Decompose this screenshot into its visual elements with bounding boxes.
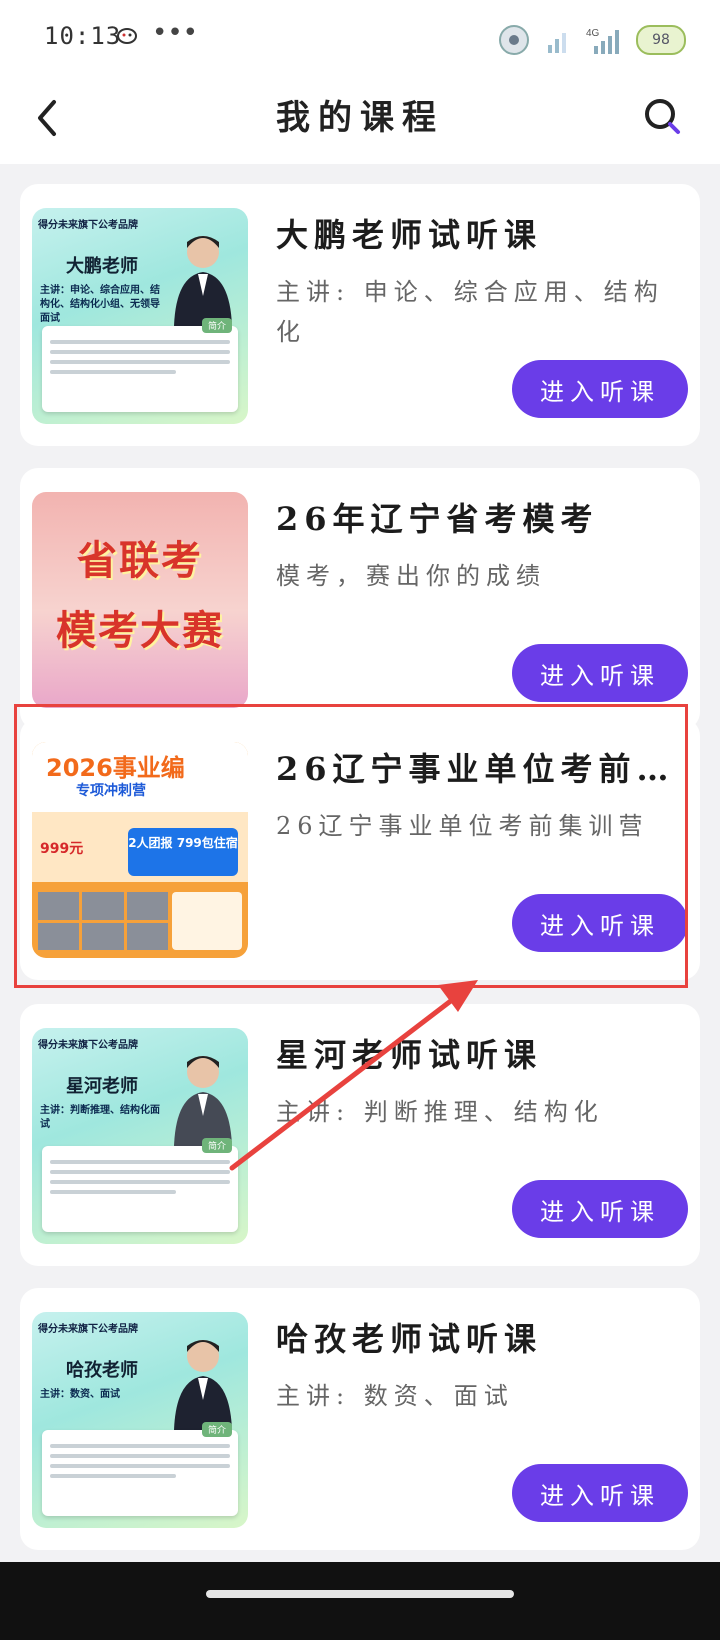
system-nav-bar	[0, 1562, 720, 1640]
wifi-signal-icon	[548, 33, 566, 53]
course-description: 模考，赛出你的成绩	[276, 562, 546, 590]
notification-icon	[117, 28, 137, 44]
teacher-photo	[174, 236, 232, 326]
search-icon[interactable]	[640, 94, 686, 140]
intro-tag: 简介	[201, 318, 232, 333]
course-description: 主讲: 判断推理、结构化	[276, 1098, 604, 1126]
course-thumbnail[interactable]: 得分未来旗下公考品牌 星河老师 主讲：判断推理、结构化面试 简介	[32, 1028, 248, 1244]
thumb-line2: 模考大赛	[56, 607, 224, 654]
thumb-teacher-name: 哈孜老师	[66, 1360, 138, 1381]
course-title: 26年辽宁省考模考	[276, 500, 599, 538]
thumb-subjects: 主讲：判断推理、结构化面试	[40, 1105, 160, 1130]
page-title: 我的课程	[276, 98, 444, 138]
course-title: 大鹏老师试听课	[276, 216, 543, 254]
course-description: 主讲: 申论、综合应用、结构化	[276, 278, 664, 346]
thumb-intro-panel: 简介	[42, 318, 238, 412]
course-title: 星河老师试听课	[276, 1036, 543, 1074]
enter-course-button[interactable]: 进入听课	[512, 360, 688, 418]
course-card[interactable]: 得分未来旗下公考品牌 大鹏老师 主讲：申论、综合应用、结构化、结构化小组、无领导…	[20, 184, 700, 446]
course-card[interactable]: 得分未来旗下公考品牌 哈孜老师 主讲：数资、面试 简介 哈孜老师试听课 主讲: …	[20, 1288, 700, 1550]
thumb-intro-panel: 简介	[42, 1138, 238, 1232]
course-card[interactable]: 得分未来旗下公考品牌 星河老师 主讲：判断推理、结构化面试 简介 星河老师试听课…	[20, 1004, 700, 1266]
course-description: 主讲: 数资、面试	[276, 1382, 514, 1410]
thumb-subjects: 主讲：数资、面试	[40, 1389, 120, 1400]
thumb-brand: 得分未来旗下公考品牌	[38, 220, 138, 231]
intro-tag: 简介	[201, 1138, 232, 1153]
enter-course-button[interactable]: 进入听课	[512, 1464, 688, 1522]
course-card[interactable]: 省联考 模考大赛 26年辽宁省考模考 模考，赛出你的成绩 进入听课	[20, 468, 700, 730]
highlight-box	[14, 704, 688, 988]
enter-course-button[interactable]: 进入听课	[512, 1180, 688, 1238]
home-indicator[interactable]	[206, 1590, 514, 1598]
enter-course-button[interactable]: 进入听课	[512, 644, 688, 702]
intro-tag: 简介	[201, 1422, 232, 1437]
battery-indicator: 98	[636, 25, 686, 55]
thumb-brand: 得分未来旗下公考品牌	[38, 1324, 138, 1335]
cellular-signal-icon: 4G	[586, 28, 619, 54]
thumb-intro-panel: 简介	[42, 1422, 238, 1516]
course-thumbnail[interactable]: 得分未来旗下公考品牌 大鹏老师 主讲：申论、综合应用、结构化、结构化小组、无领导…	[32, 208, 248, 424]
nav-bar: 我的课程	[0, 76, 720, 164]
gear-badge-icon	[499, 25, 529, 55]
status-bar: 10:13 ••• 4G 98	[0, 0, 720, 76]
teacher-photo	[174, 1056, 232, 1146]
thumb-teacher-name: 大鹏老师	[66, 256, 138, 277]
teacher-photo	[174, 1340, 232, 1430]
thumb-line1: 省联考	[77, 537, 203, 584]
thumb-subjects: 主讲：申论、综合应用、结构化、结构化小组、无领导面试	[40, 285, 160, 324]
more-notifications-icon: •••	[152, 18, 199, 48]
thumb-teacher-name: 星河老师	[66, 1076, 138, 1097]
course-title: 哈孜老师试听课	[276, 1320, 543, 1358]
svg-text:4G: 4G	[586, 28, 600, 39]
thumb-brand: 得分未来旗下公考品牌	[38, 1040, 138, 1051]
course-thumbnail[interactable]: 得分未来旗下公考品牌 哈孜老师 主讲：数资、面试 简介	[32, 1312, 248, 1528]
course-thumbnail[interactable]: 省联考 模考大赛	[32, 492, 248, 708]
status-time: 10:13	[44, 22, 122, 50]
